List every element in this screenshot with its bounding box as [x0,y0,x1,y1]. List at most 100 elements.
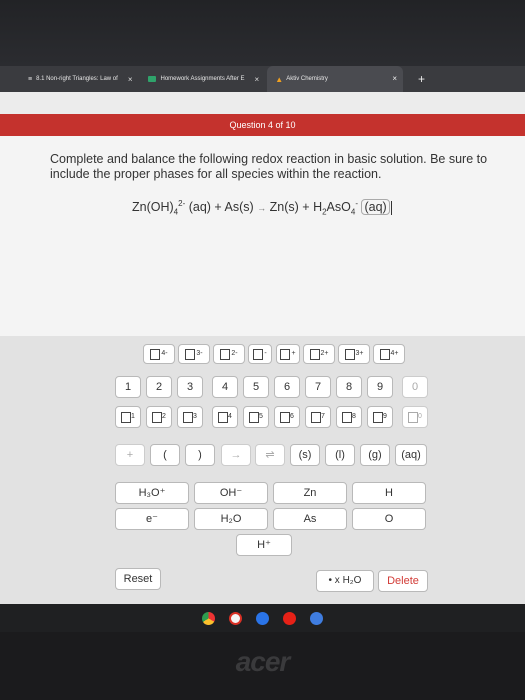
charge-4plus-button[interactable]: 4+ [373,344,405,364]
subscript-2-button[interactable]: 2 [146,406,172,428]
reaction-arrow: → [257,203,267,214]
docs-icon[interactable] [256,611,269,625]
box-icon [280,348,291,360]
phase-gas-button[interactable]: (g) [360,444,390,466]
box-icon [150,348,161,360]
classroom-icon [148,76,157,82]
tab-label: Aktiv Chemistry [286,76,328,82]
tab-aktiv[interactable]: ▲ Aktiv Chemistry [267,66,404,92]
box-icon [408,411,419,423]
subscript-6-button[interactable]: 6 [274,406,300,428]
tab-close-icon[interactable]: × [128,75,133,84]
reset-button[interactable]: Reset [115,568,161,590]
aktiv-app: Question 4 of 10 Complete and balance th… [0,92,525,604]
chrome-icon[interactable] [202,611,215,625]
delete-button[interactable]: Delete [378,570,428,592]
charge-2plus-button[interactable]: 2+ [303,344,335,364]
digit-5-button[interactable]: 5 [243,376,269,398]
box-icon [253,348,264,360]
species-h3o-plus-button[interactable]: H₃O⁺ [115,482,189,504]
arrow-button[interactable]: → [221,444,251,466]
species-h-button[interactable]: H [352,482,426,504]
os-shelf [0,604,525,632]
species-electron-button[interactable]: e⁻ [115,508,189,530]
box-icon [280,411,291,423]
tab-close-icon[interactable]: × [255,75,260,84]
box-icon [373,411,384,423]
acer-logo: acer [235,646,291,677]
box-icon [342,411,353,423]
species-h2o-button[interactable]: H₂O [194,508,268,530]
species-oh-minus-button[interactable]: OH⁻ [194,482,268,504]
youtube-icon[interactable] [283,611,296,625]
superscript: - [355,199,358,208]
open-paren-button[interactable]: ( [150,444,180,466]
phase-solid-button[interactable]: (s) [290,444,320,466]
subscript-0-button[interactable]: 0 [402,406,428,428]
digit-3-button[interactable]: 3 [177,376,203,398]
digit-1-button[interactable]: 1 [115,376,141,398]
box-icon [309,348,320,360]
species-o-button[interactable]: O [352,508,426,530]
screen-bezel [0,0,525,66]
tab-label: 8.1 Non-right Triangles: Law of [36,76,118,82]
subscript-9-button[interactable]: 9 [367,406,393,428]
box-icon [379,348,390,360]
subscript-4-button[interactable]: 4 [212,406,238,428]
charge-4minus-button[interactable]: 4- [143,344,175,364]
charge-2minus-button[interactable]: 2- [213,344,245,364]
superscript: 2- [178,199,186,208]
subscript-7-button[interactable]: 7 [305,406,331,428]
tab-close-icon[interactable]: × [392,66,397,92]
list-icon: ≡ [28,75,33,83]
digit-8-button[interactable]: 8 [336,376,362,398]
digit-9-button[interactable]: 9 [367,376,393,398]
charge-minus-button[interactable]: - [248,344,272,364]
subscript-5-button[interactable]: 5 [243,406,269,428]
answer-text: (aq) [364,200,387,215]
reaction-equation[interactable]: Zn(OH)42- (aq) + As(s) → Zn(s) + H2AsO4-… [132,199,392,217]
box-icon [121,411,132,423]
species-h-plus-button[interactable]: H⁺ [236,534,292,556]
question-panel: Complete and balance the following redox… [0,136,525,336]
question-prompt: Complete and balance the following redox… [50,152,488,181]
box-icon [185,348,196,360]
charge-plus-button[interactable]: + [276,344,300,364]
species-text: Zn(s) + H [269,200,323,215]
species-text: Zn(OH) [132,200,174,215]
subscript: 4 [350,207,356,217]
species-zn-button[interactable]: Zn [273,482,347,504]
box-icon [344,348,355,360]
digit-4-button[interactable]: 4 [212,376,238,398]
equilibrium-button[interactable]: ⇌ [255,444,285,466]
gmail-icon[interactable] [229,611,242,625]
digit-0-button[interactable]: 0 [402,376,428,398]
tab-homework[interactable]: Homework Assignments After E × [140,66,267,92]
subscript-3-button[interactable]: 3 [177,406,203,428]
play-icon[interactable] [310,611,323,625]
subscript-8-button[interactable]: 8 [336,406,362,428]
digit-6-button[interactable]: 6 [274,376,300,398]
phase-aqueous-button[interactable]: (aq) [395,444,427,466]
charge-3minus-button[interactable]: 3- [178,344,210,364]
charge-3plus-button[interactable]: 3+ [338,344,370,364]
digit-7-button[interactable]: 7 [305,376,331,398]
text-caret [390,200,392,215]
subscript-1-button[interactable]: 1 [115,406,141,428]
species-as-button[interactable]: As [273,508,347,530]
box-icon [152,411,163,423]
box-icon [311,411,322,423]
digit-2-button[interactable]: 2 [146,376,172,398]
tab-law-of-sines[interactable]: ≡ 8.1 Non-right Triangles: Law of × [20,66,140,92]
water-dot-button[interactable]: • x H₂O [316,570,374,592]
browser-tab-bar: ≡ 8.1 Non-right Triangles: Law of × Home… [0,66,525,92]
aktiv-icon: ▲ [275,74,284,84]
question-header: Question 4 of 10 [0,114,525,136]
new-tab-button[interactable]: + [418,66,425,92]
phase-liquid-button[interactable]: (l) [325,444,355,466]
plus-button[interactable]: + [115,444,145,466]
answer-input[interactable]: (aq) [361,199,390,216]
close-paren-button[interactable]: ) [185,444,215,466]
box-icon [183,411,194,423]
species-text: (aq) + As(s) [188,200,254,215]
